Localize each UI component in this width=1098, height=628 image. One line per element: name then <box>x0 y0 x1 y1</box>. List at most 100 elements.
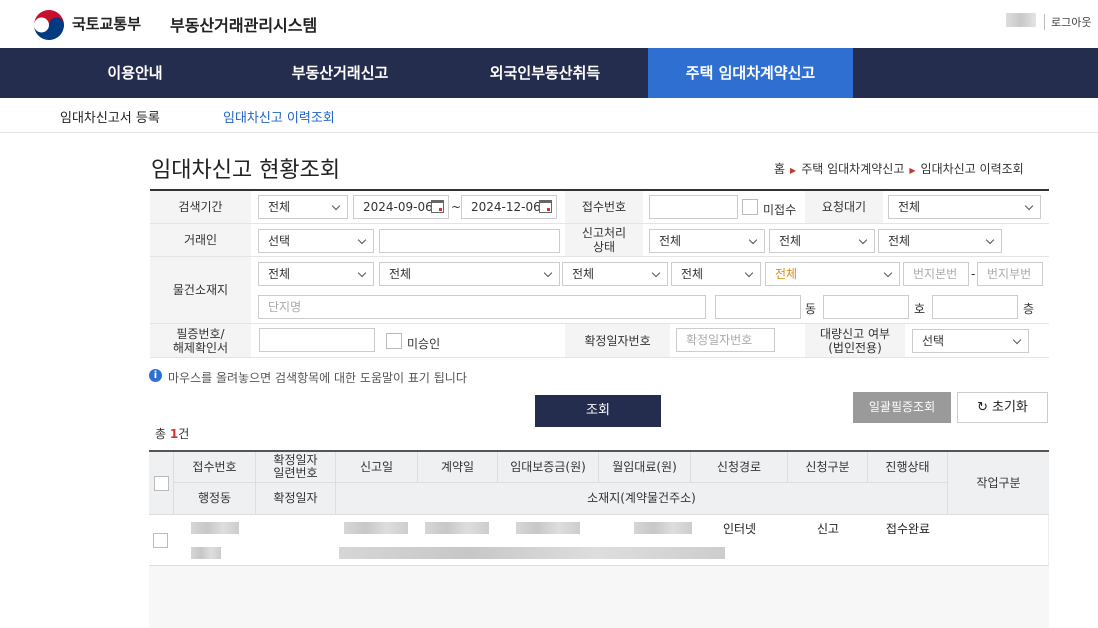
lot-no-separator: - <box>971 267 976 281</box>
location-select-1[interactable]: 전체 <box>258 262 374 286</box>
result-grid: 접수번호 확정일자 일련번호 신고일 계약일 임대보증금(원) 월임대료(원) … <box>149 450 1049 628</box>
bulk-report-select[interactable]: 선택 <box>912 329 1029 353</box>
col-request-type[interactable]: 신청구분 <box>788 452 868 483</box>
proc-status-3-value: 전체 <box>888 234 911 248</box>
fixed-date-no-input[interactable]: 확정일자번호 <box>676 328 775 352</box>
nav-foreigner-acquisition[interactable]: 외국인부동산취득 <box>465 48 625 98</box>
col-monthly-rent[interactable]: 월임대료(원) <box>599 452 691 483</box>
sub-lot-no-input[interactable]: 번지부번 <box>977 262 1043 286</box>
nav-lease-report[interactable]: 주택 임대차계약신고 <box>648 48 853 98</box>
ho-input[interactable] <box>823 295 909 319</box>
party-select[interactable]: 선택 <box>258 229 374 253</box>
col-report-date[interactable]: 신고일 <box>336 452 418 483</box>
form-row-party: 거래인 선택 신고처리 상태 전체 전체 전체 <box>150 224 1049 257</box>
loc-4-value: 전체 <box>681 267 704 281</box>
cert-label: 필증번호/ 해제확인서 <box>150 324 251 357</box>
breadcrumb-home[interactable]: 홈 <box>774 162 785 176</box>
receipt-no-label: 접수번호 <box>565 191 643 223</box>
date-from-input[interactable]: 2024-09-06 <box>353 195 449 219</box>
subnav-register[interactable]: 임대차신고서 등록 <box>60 107 160 126</box>
total-number: 1 <box>169 427 179 441</box>
calendar-icon[interactable] <box>431 200 444 213</box>
bulk-report-label: 대량신고 여부 (법인전용) <box>805 324 905 357</box>
col-receipt-no[interactable]: 접수번호 <box>174 452 256 483</box>
proc-status-1-value: 전체 <box>659 234 682 248</box>
form-row-location: 물건소재지 전체 전체 전체 전체 전체 번지본번 - 번지부번 단지명 동 호… <box>150 257 1049 324</box>
period-type-select[interactable]: 전체 <box>258 195 348 219</box>
col-work-type[interactable]: 작업구분 <box>948 452 1049 515</box>
unreceived-label: 미접수 <box>763 203 797 217</box>
request-wait-select[interactable]: 전체 <box>888 195 1041 219</box>
help-info-text: 마우스를 올려놓으면 검색항목에 대한 도움말이 표기 됩니다 <box>168 371 467 385</box>
col-status[interactable]: 진행상태 <box>868 452 948 483</box>
date-range-separator: ~ <box>451 200 462 214</box>
breadcrumb-arrow-icon: ▶ <box>909 166 916 175</box>
ministry-logo-text[interactable]: 국토교통부 <box>72 13 141 34</box>
loc-1-value: 전체 <box>268 267 291 281</box>
proc-status-select-3[interactable]: 전체 <box>878 229 1002 253</box>
col-admin-dong[interactable]: 행정동 <box>174 483 256 515</box>
party-name-input[interactable] <box>379 229 560 253</box>
reset-button[interactable]: ↻ 초기화 <box>957 392 1048 423</box>
main-lot-no-input[interactable]: 번지본번 <box>903 262 969 286</box>
request-wait-value: 전체 <box>898 200 921 214</box>
row-admin-dong <box>191 547 221 559</box>
loc-3-value: 전체 <box>572 267 595 281</box>
nav-guide[interactable]: 이용안내 <box>60 48 210 98</box>
party-label: 거래인 <box>150 224 251 256</box>
select-all-checkbox[interactable] <box>153 475 169 491</box>
complex-name-input[interactable]: 단지명 <box>258 295 706 319</box>
row-request-type: 신고 <box>816 521 840 536</box>
logout-link[interactable]: 로그아웃 <box>1044 14 1091 30</box>
row-contract-date <box>425 522 489 534</box>
form-row-period: 검색기간 전체 2024-09-06 ~ 2024-12-06 접수번호 미접수… <box>150 191 1049 224</box>
col-fixed-date-serial[interactable]: 확정일자 일련번호 <box>256 452 336 483</box>
row-report-date <box>344 522 408 534</box>
col-contract-date[interactable]: 계약일 <box>418 452 498 483</box>
location-select-3[interactable]: 전체 <box>562 262 668 286</box>
location-select-4[interactable]: 전체 <box>671 262 761 286</box>
location-select-5[interactable]: 전체 <box>765 262 900 286</box>
top-header: 국토교통부 부동산거래관리시스템 로그아웃 <box>0 0 1098 48</box>
select-all-cell <box>149 452 174 515</box>
date-to-input[interactable]: 2024-12-06 <box>461 195 557 219</box>
period-type-value: 전체 <box>268 200 291 214</box>
date-from-value: 2024-09-06 <box>363 200 433 214</box>
system-title[interactable]: 부동산거래관리시스템 <box>170 12 317 36</box>
calendar-icon[interactable] <box>539 200 552 213</box>
breadcrumb-current: 임대차신고 이력조회 <box>920 162 1024 176</box>
proc-status-select-1[interactable]: 전체 <box>649 229 765 253</box>
receipt-no-input[interactable] <box>649 195 738 219</box>
total-count: 총 1건 <box>155 425 189 442</box>
subnav-history[interactable]: 임대차신고 이력조회 <box>223 107 335 126</box>
bulk-cert-button[interactable]: 일괄필증조회 <box>853 392 951 423</box>
page-title: 임대차신고 현황조회 <box>151 158 341 183</box>
cert-no-input[interactable] <box>259 328 375 352</box>
location-select-2[interactable]: 전체 <box>379 262 560 286</box>
nav-real-estate-report[interactable]: 부동산거래신고 <box>265 48 415 98</box>
floor-input[interactable] <box>932 295 1018 319</box>
dong-input[interactable] <box>715 295 801 319</box>
loc-5-value: 전체 <box>775 267 798 281</box>
proc-status-label: 신고처리 상태 <box>565 224 643 256</box>
party-value: 선택 <box>268 234 291 248</box>
refresh-icon: ↻ <box>977 400 988 415</box>
request-wait-label: 요청대기 <box>805 191 883 223</box>
row-checkbox[interactable] <box>153 533 168 548</box>
proc-status-select-2[interactable]: 전체 <box>769 229 875 253</box>
total-prefix: 총 <box>155 427 170 441</box>
unapproved-checkbox[interactable] <box>386 333 402 349</box>
period-label: 검색기간 <box>150 191 251 223</box>
breadcrumb-section[interactable]: 주택 임대차계약신고 <box>801 162 904 176</box>
user-name <box>1006 13 1036 27</box>
dong-label: 동 <box>805 302 817 316</box>
col-channel[interactable]: 신청경로 <box>691 452 788 483</box>
unreceived-checkbox[interactable] <box>742 199 758 215</box>
ho-label: 호 <box>914 302 926 316</box>
col-address[interactable]: 소재지(계약물건주소) <box>336 483 948 515</box>
col-deposit[interactable]: 임대보증금(원) <box>498 452 599 483</box>
form-row-certificate: 필증번호/ 해제확인서 미승인 확정일자번호 확정일자번호 대량신고 여부 (법… <box>150 324 1049 358</box>
search-button[interactable]: 조회 <box>535 395 661 427</box>
total-suffix: 건 <box>178 427 190 441</box>
col-fixed-date[interactable]: 확정일자 <box>256 483 336 515</box>
